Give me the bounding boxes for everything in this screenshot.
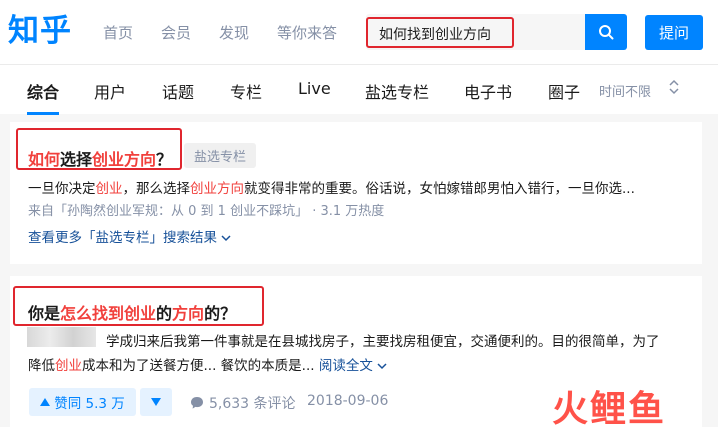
triangle-up-icon	[40, 398, 51, 406]
excerpt-part: 成本和为了送餐方便... 餐饮的本质是...	[82, 358, 315, 374]
tab-users[interactable]: 用户	[94, 79, 126, 103]
tab-circles[interactable]: 圈子	[548, 79, 580, 103]
publish-date: 2018-09-06	[307, 393, 389, 409]
title-part: 怎么找到创业	[60, 304, 157, 323]
excerpt-part: ，那么选择	[122, 181, 191, 197]
result-excerpt-line2[interactable]: 降低创业成本和为了送餐方便... 餐饮的本质是... 阅读全文	[28, 354, 387, 374]
result-title[interactable]: 你是怎么找到创业的方向的？	[28, 300, 236, 324]
excerpt-part: 创业	[95, 181, 123, 197]
title-part: 选择	[60, 150, 93, 169]
downvote-button[interactable]	[140, 388, 172, 416]
search-type-tabs: 综合 用户 话题 专栏 Live 盐选专栏 电子书 圈子 时间不限	[0, 64, 718, 115]
title-part: 如何	[28, 150, 61, 169]
search-icon	[599, 25, 614, 40]
main-nav: 首页 会员 发现 等你来答	[103, 22, 337, 43]
tab-salt-columns[interactable]: 盐选专栏	[365, 79, 429, 103]
excerpt-part: 就变得非常的重要。俗话说，女怕嫁错郎男怕入错行，一旦你选...	[244, 181, 635, 197]
triangle-down-icon	[151, 398, 161, 406]
ask-question-button[interactable]: 提问	[645, 15, 703, 50]
time-filter-select[interactable]: 时间不限	[599, 81, 651, 100]
blurred-author-name	[27, 327, 96, 347]
nav-discover[interactable]: 发现	[219, 22, 249, 43]
title-part: ？	[156, 150, 173, 169]
result-excerpt[interactable]: 一旦你决定创业，那么选择创业方向就变得非常的重要。俗话说，女怕嫁错郎男怕入错行，…	[28, 177, 635, 197]
nav-home[interactable]: 首页	[103, 22, 133, 43]
tab-columns[interactable]: 专栏	[230, 79, 262, 103]
search-query[interactable]: 如何找到创业方向	[379, 24, 491, 44]
tab-topics[interactable]: 话题	[162, 79, 194, 103]
chevron-down-icon	[221, 235, 231, 242]
result-card-column: 如何选择创业方向？ 盐选专栏 一旦你决定创业，那么选择创业方向就变得非常的重要。…	[10, 122, 702, 264]
top-header: 知乎 首页 会员 发现 等你来答 如何找到创业方向 提问	[0, 0, 718, 64]
active-tab-indicator	[27, 112, 59, 115]
nav-waiting-answers[interactable]: 等你来答	[277, 22, 337, 43]
title-part: 创业方向	[92, 150, 157, 169]
nav-vip[interactable]: 会员	[161, 22, 191, 43]
tab-all[interactable]: 综合	[27, 79, 59, 103]
comments-button[interactable]: 5,633 条评论	[190, 393, 296, 413]
salt-column-badge[interactable]: 盐选专栏	[184, 143, 256, 168]
comment-icon	[191, 397, 203, 409]
excerpt-part: 创业	[55, 358, 82, 374]
zhihu-logo[interactable]: 知乎	[8, 11, 72, 51]
result-excerpt-line1[interactable]: 学成归来后我第一件事就是在县城找房子，主要找房租便宜，交通便利的。目的很简单，为…	[106, 330, 660, 350]
chevron-down-icon[interactable]	[377, 362, 387, 370]
more-salt-column-link[interactable]: 查看更多「盐选专栏」搜索结果	[28, 226, 231, 246]
upvote-button[interactable]: 赞同 5.3 万	[29, 388, 136, 416]
search-button[interactable]	[585, 14, 627, 50]
tab-ebooks[interactable]: 电子书	[464, 79, 512, 103]
excerpt-part: 降低	[28, 358, 55, 374]
title-part: 的	[156, 304, 173, 323]
title-part: 方向	[172, 304, 205, 323]
upvote-label: 赞同 5.3 万	[54, 396, 125, 412]
excerpt-part: 一旦你决定	[28, 181, 96, 197]
comments-label: 5,633 条评论	[209, 396, 296, 412]
tab-live[interactable]: Live	[298, 79, 331, 98]
title-part: 的？	[204, 304, 237, 323]
result-title[interactable]: 如何选择创业方向？	[28, 146, 172, 170]
read-full-link[interactable]: 阅读全文	[319, 358, 373, 374]
result-source[interactable]: 来自「孙陶然创业军规：从 0 到 1 创业不踩坑」 · 3.1 万热度	[28, 200, 384, 219]
updown-chevron-icon[interactable]	[668, 78, 680, 96]
excerpt-part: 创业方向	[190, 181, 244, 197]
title-part: 你是	[28, 304, 61, 323]
watermark-logo: 火鲤鱼	[552, 389, 667, 427]
more-label: 查看更多「盐选专栏」搜索结果	[28, 230, 217, 246]
